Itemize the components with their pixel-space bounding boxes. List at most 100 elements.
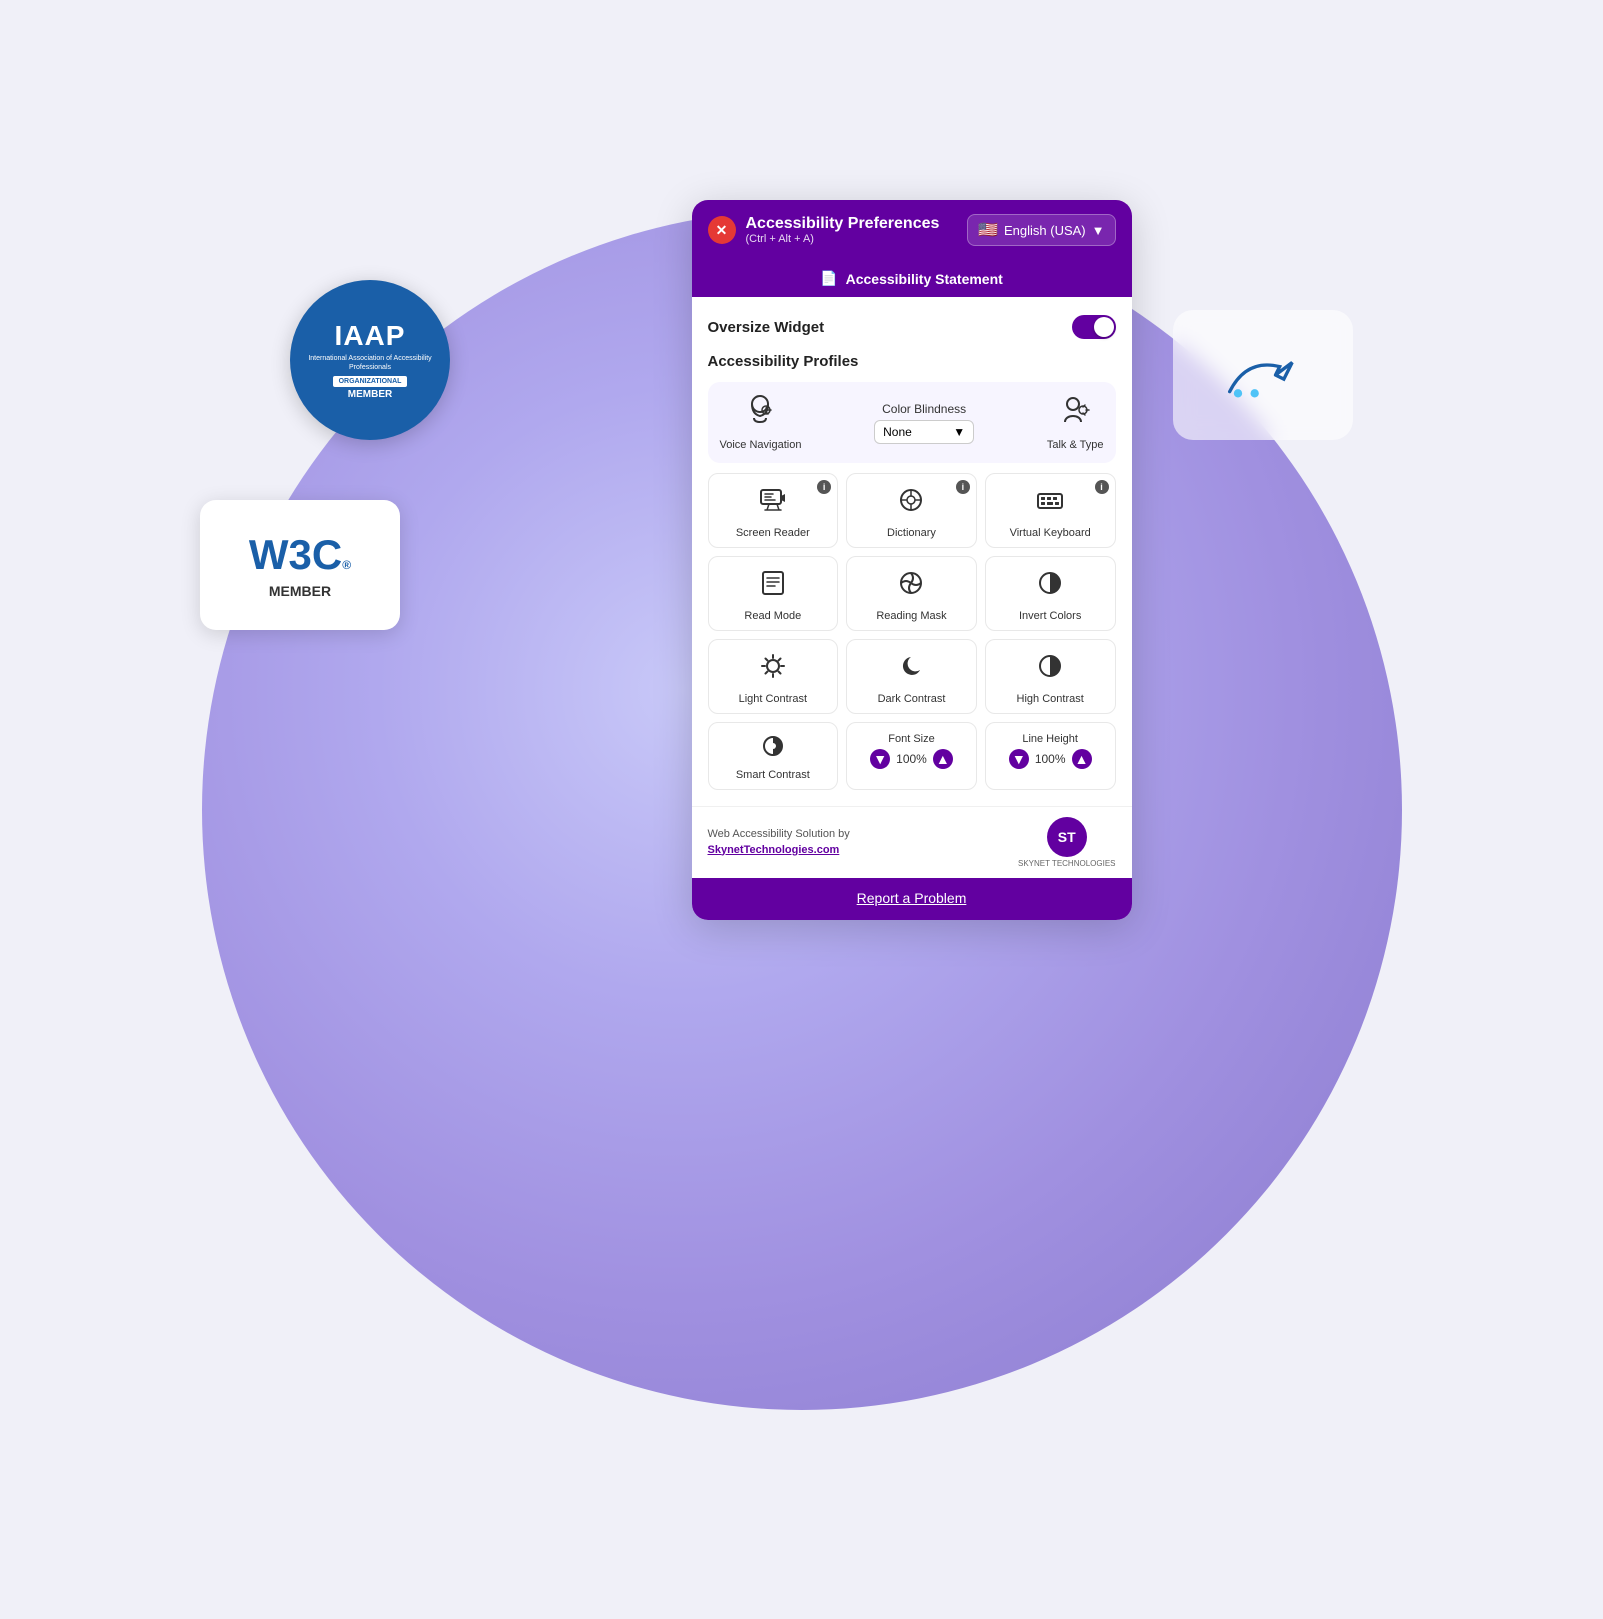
voice-nav-label: Voice Navigation — [720, 439, 802, 451]
light-contrast-icon — [759, 652, 787, 687]
iaap-member-label: MEMBER — [348, 389, 392, 400]
font-size-item: Font Size ▼ 100% ▲ — [846, 722, 977, 790]
dark-contrast-item[interactable]: Dark Contrast — [846, 639, 977, 714]
w3c-logo-text: W3C — [249, 531, 342, 579]
voice-nav-icon — [744, 394, 776, 433]
smart-contrast-item[interactable]: Smart Contrast — [708, 722, 839, 790]
screen-reader-item[interactable]: i Screen Reader — [708, 473, 839, 548]
oversize-label: Oversize Widget — [708, 319, 825, 336]
language-selector[interactable]: 🇺🇸 English (USA) ▼ — [967, 214, 1115, 246]
read-mode-label: Read Mode — [744, 610, 801, 622]
line-height-decrease[interactable]: ▼ — [1009, 749, 1029, 769]
shortcut-hint: (Ctrl + Alt + A) — [746, 233, 940, 245]
talk-type-label: Talk & Type — [1047, 439, 1104, 451]
light-contrast-item[interactable]: Light Contrast — [708, 639, 839, 714]
iaap-org-label: ORGANIZATIONAL — [333, 376, 408, 387]
dark-contrast-icon — [897, 652, 925, 687]
reading-mask-item[interactable]: Reading Mask — [846, 556, 977, 631]
read-mode-item[interactable]: Read Mode — [708, 556, 839, 631]
statement-icon: 📄 — [820, 270, 837, 287]
lang-flag: 🇺🇸 — [978, 220, 998, 240]
widget-body: Oversize Widget Accessibility Profiles — [692, 299, 1132, 806]
color-blindness-title: Color Blindness — [882, 402, 966, 416]
toggle-knob — [1094, 317, 1114, 337]
font-size-increase[interactable]: ▲ — [933, 749, 953, 769]
dictionary-item[interactable]: i Dictionary — [846, 473, 977, 548]
line-height-value: 100% — [1035, 752, 1066, 766]
light-contrast-label: Light Contrast — [739, 693, 807, 705]
w3c-badge: W3C® MEMBER — [200, 500, 400, 630]
footer-link[interactable]: SkynetTechnologies.com — [708, 844, 840, 856]
virtual-keyboard-icon — [1036, 486, 1064, 521]
line-height-stepper: ▼ 100% ▲ — [1009, 749, 1092, 769]
read-mode-icon — [759, 569, 787, 604]
footer-text1: Web Accessibility Solution by — [708, 828, 850, 840]
color-blindness-arrow: ▼ — [953, 425, 965, 439]
line-height-title: Line Height — [1022, 733, 1078, 745]
footer-text: Web Accessibility Solution by SkynetTech… — [708, 828, 850, 858]
talk-type-item[interactable]: Talk & Type — [1047, 394, 1104, 451]
reading-mask-icon — [897, 569, 925, 604]
lang-label: English (USA) — [1004, 223, 1086, 238]
statement-label: Accessibility Statement — [846, 271, 1003, 287]
dictionary-icon — [897, 486, 925, 521]
smart-contrast-icon — [760, 733, 786, 765]
w3c-reg: ® — [342, 558, 351, 572]
font-size-decrease[interactable]: ▼ — [870, 749, 890, 769]
features-grid: i Screen Reader i — [708, 473, 1116, 714]
footer-logo-label: SKYNET TECHNOLOGIES — [1018, 859, 1116, 868]
virtual-keyboard-item[interactable]: i Virtual Keyboard — [985, 473, 1116, 548]
font-size-stepper: ▼ 100% ▲ — [870, 749, 953, 769]
invert-colors-label: Invert Colors — [1019, 610, 1081, 622]
profiles-label: Accessibility Profiles — [708, 353, 1116, 370]
dictionary-info: i — [956, 480, 970, 494]
virtual-keyboard-label: Virtual Keyboard — [1010, 527, 1091, 539]
widget-footer: Web Accessibility Solution by SkynetTech… — [692, 806, 1132, 878]
reading-mask-label: Reading Mask — [876, 610, 946, 622]
decorative-arrow — [1218, 350, 1308, 400]
color-blindness-box: Color Blindness None ▼ — [811, 402, 1036, 444]
oversize-widget-row: Oversize Widget — [708, 315, 1116, 339]
dark-contrast-label: Dark Contrast — [878, 693, 946, 705]
screen-reader-info: i — [817, 480, 831, 494]
decorative-card — [1173, 310, 1353, 440]
color-blindness-value: None — [883, 425, 912, 439]
main-title: Accessibility Preferences — [746, 215, 940, 233]
w3c-member-label: MEMBER — [269, 583, 331, 599]
widget-header: ✕ Accessibility Preferences (Ctrl + Alt … — [692, 200, 1132, 260]
footer-logo: ST — [1047, 817, 1087, 857]
w3c-logo: W3C® — [249, 531, 351, 579]
accessibility-widget-panel: ✕ Accessibility Preferences (Ctrl + Alt … — [692, 200, 1132, 920]
color-blindness-select[interactable]: None ▼ — [874, 420, 974, 444]
virtual-keyboard-info: i — [1095, 480, 1109, 494]
lang-dropdown-arrow: ▼ — [1092, 223, 1105, 238]
line-height-item: Line Height ▼ 100% ▲ — [985, 722, 1116, 790]
close-button[interactable]: ✕ — [708, 216, 736, 244]
screen-reader-icon — [759, 486, 787, 521]
report-label: Report a Problem — [857, 890, 967, 906]
font-size-title: Font Size — [888, 733, 934, 745]
iaap-badge: IAAP International Association of Access… — [290, 280, 450, 440]
iaap-title: IAAP — [335, 320, 406, 352]
voice-navigation-item[interactable]: Voice Navigation — [720, 394, 802, 451]
oversize-toggle[interactable] — [1072, 315, 1116, 339]
font-size-value: 100% — [896, 752, 927, 766]
invert-colors-icon — [1036, 569, 1064, 604]
accessibility-statement-bar[interactable]: 📄 Accessibility Statement — [692, 260, 1132, 297]
invert-colors-item[interactable]: Invert Colors — [985, 556, 1116, 631]
line-height-increase[interactable]: ▲ — [1072, 749, 1092, 769]
iaap-subtitle: International Association of Accessibili… — [290, 354, 450, 372]
report-problem-bar[interactable]: Report a Problem — [692, 878, 1132, 920]
smart-contrast-label: Smart Contrast — [736, 769, 810, 781]
high-contrast-item[interactable]: High Contrast — [985, 639, 1116, 714]
profiles-section: Voice Navigation Color Blindness None ▼ — [708, 382, 1116, 463]
header-title: Accessibility Preferences (Ctrl + Alt + … — [746, 215, 940, 245]
high-contrast-label: High Contrast — [1017, 693, 1084, 705]
header-left: ✕ Accessibility Preferences (Ctrl + Alt … — [708, 215, 940, 245]
talk-type-icon — [1059, 394, 1091, 433]
screen-reader-label: Screen Reader — [736, 527, 810, 539]
profiles-row: Voice Navigation Color Blindness None ▼ — [720, 394, 1104, 451]
font-controls-row: Smart Contrast Font Size ▼ 100% ▲ Line H… — [708, 722, 1116, 790]
high-contrast-icon — [1036, 652, 1064, 687]
dictionary-label: Dictionary — [887, 527, 936, 539]
